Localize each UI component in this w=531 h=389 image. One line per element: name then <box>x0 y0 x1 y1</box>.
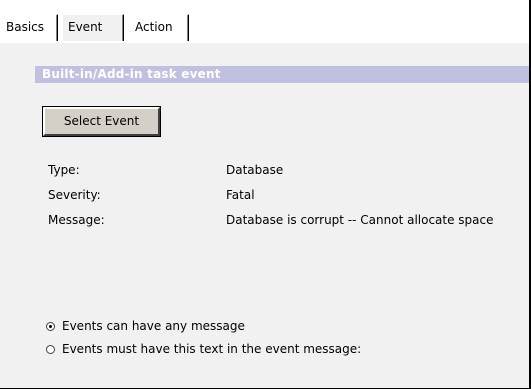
radio-button-checked[interactable] <box>46 321 55 331</box>
type-value: Database <box>226 163 284 177</box>
section-header: Built-in/Add-in task event <box>35 66 529 83</box>
tab-event[interactable]: Event <box>62 14 124 41</box>
radio-specific-text[interactable]: Events must have this text in the event … <box>46 341 361 357</box>
radio-button-unchecked[interactable] <box>46 344 55 354</box>
type-label: Type: <box>48 163 80 177</box>
radio-specific-text-label: Events must have this text in the event … <box>62 341 362 356</box>
message-label: Message: <box>48 213 105 227</box>
select-event-button[interactable]: Select Event <box>42 106 161 137</box>
tab-strip: Basics Event Action <box>0 14 529 42</box>
event-panel: Built-in/Add-in task event Select Event … <box>0 42 529 388</box>
severity-label: Severity: <box>48 188 101 202</box>
message-value: Database is corrupt -- Cannot allocate s… <box>226 213 494 227</box>
radio-any-message[interactable]: Events can have any message <box>46 318 245 334</box>
tab-action[interactable]: Action <box>129 14 189 41</box>
tab-basics[interactable]: Basics <box>0 14 58 41</box>
radio-any-message-label: Events can have any message <box>62 318 245 333</box>
severity-value: Fatal <box>226 188 255 202</box>
